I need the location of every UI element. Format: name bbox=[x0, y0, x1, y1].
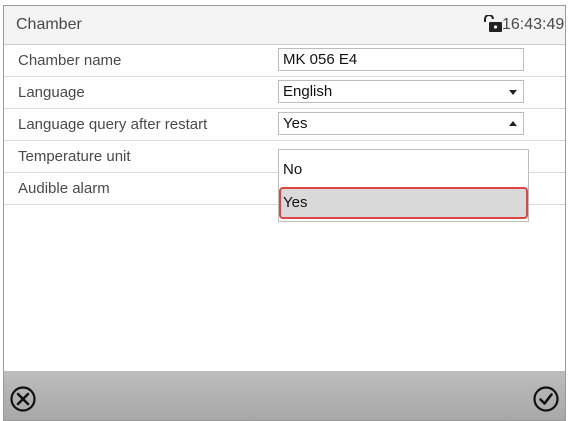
temperature-unit-label: Temperature unit bbox=[18, 148, 131, 165]
language-query-value: Yes bbox=[283, 115, 308, 132]
check-circle-icon[interactable] bbox=[532, 385, 560, 413]
option-yes-label: Yes bbox=[283, 194, 308, 211]
option-no-label: No bbox=[283, 161, 303, 178]
chamber-name-label: Chamber name bbox=[18, 52, 122, 69]
chevron-up-icon bbox=[509, 121, 517, 126]
row-chamber-name: Chamber name MK 056 E4 bbox=[4, 45, 565, 77]
language-select[interactable]: English bbox=[278, 80, 524, 103]
clock-time: 16:43:49 bbox=[502, 16, 565, 33]
close-circle-icon[interactable] bbox=[9, 385, 37, 413]
dropdown-option-no[interactable]: No bbox=[279, 154, 528, 186]
language-value: English bbox=[283, 83, 333, 100]
header-bar: Chamber 16:43:49 bbox=[4, 6, 565, 45]
dropdown-option-yes[interactable]: Yes bbox=[279, 187, 528, 219]
row-language: Language English bbox=[4, 77, 565, 109]
page-title: Chamber bbox=[16, 16, 82, 33]
chamber-name-input[interactable]: MK 056 E4 bbox=[278, 48, 524, 71]
chamber-name-value: MK 056 E4 bbox=[283, 51, 358, 68]
chamber-settings-window: Chamber 16:43:49 Chamber name MK 056 E4 … bbox=[3, 5, 566, 421]
language-label: Language bbox=[18, 84, 85, 101]
language-query-label: Language query after restart bbox=[18, 116, 208, 133]
audible-alarm-label: Audible alarm bbox=[18, 180, 110, 197]
lock-icon bbox=[482, 14, 504, 33]
language-query-dropdown: No Yes bbox=[278, 149, 529, 222]
language-query-select[interactable]: Yes bbox=[278, 112, 524, 135]
footer-bar bbox=[4, 371, 565, 420]
row-language-query: Language query after restart Yes bbox=[4, 109, 565, 141]
chevron-down-icon bbox=[509, 90, 517, 95]
